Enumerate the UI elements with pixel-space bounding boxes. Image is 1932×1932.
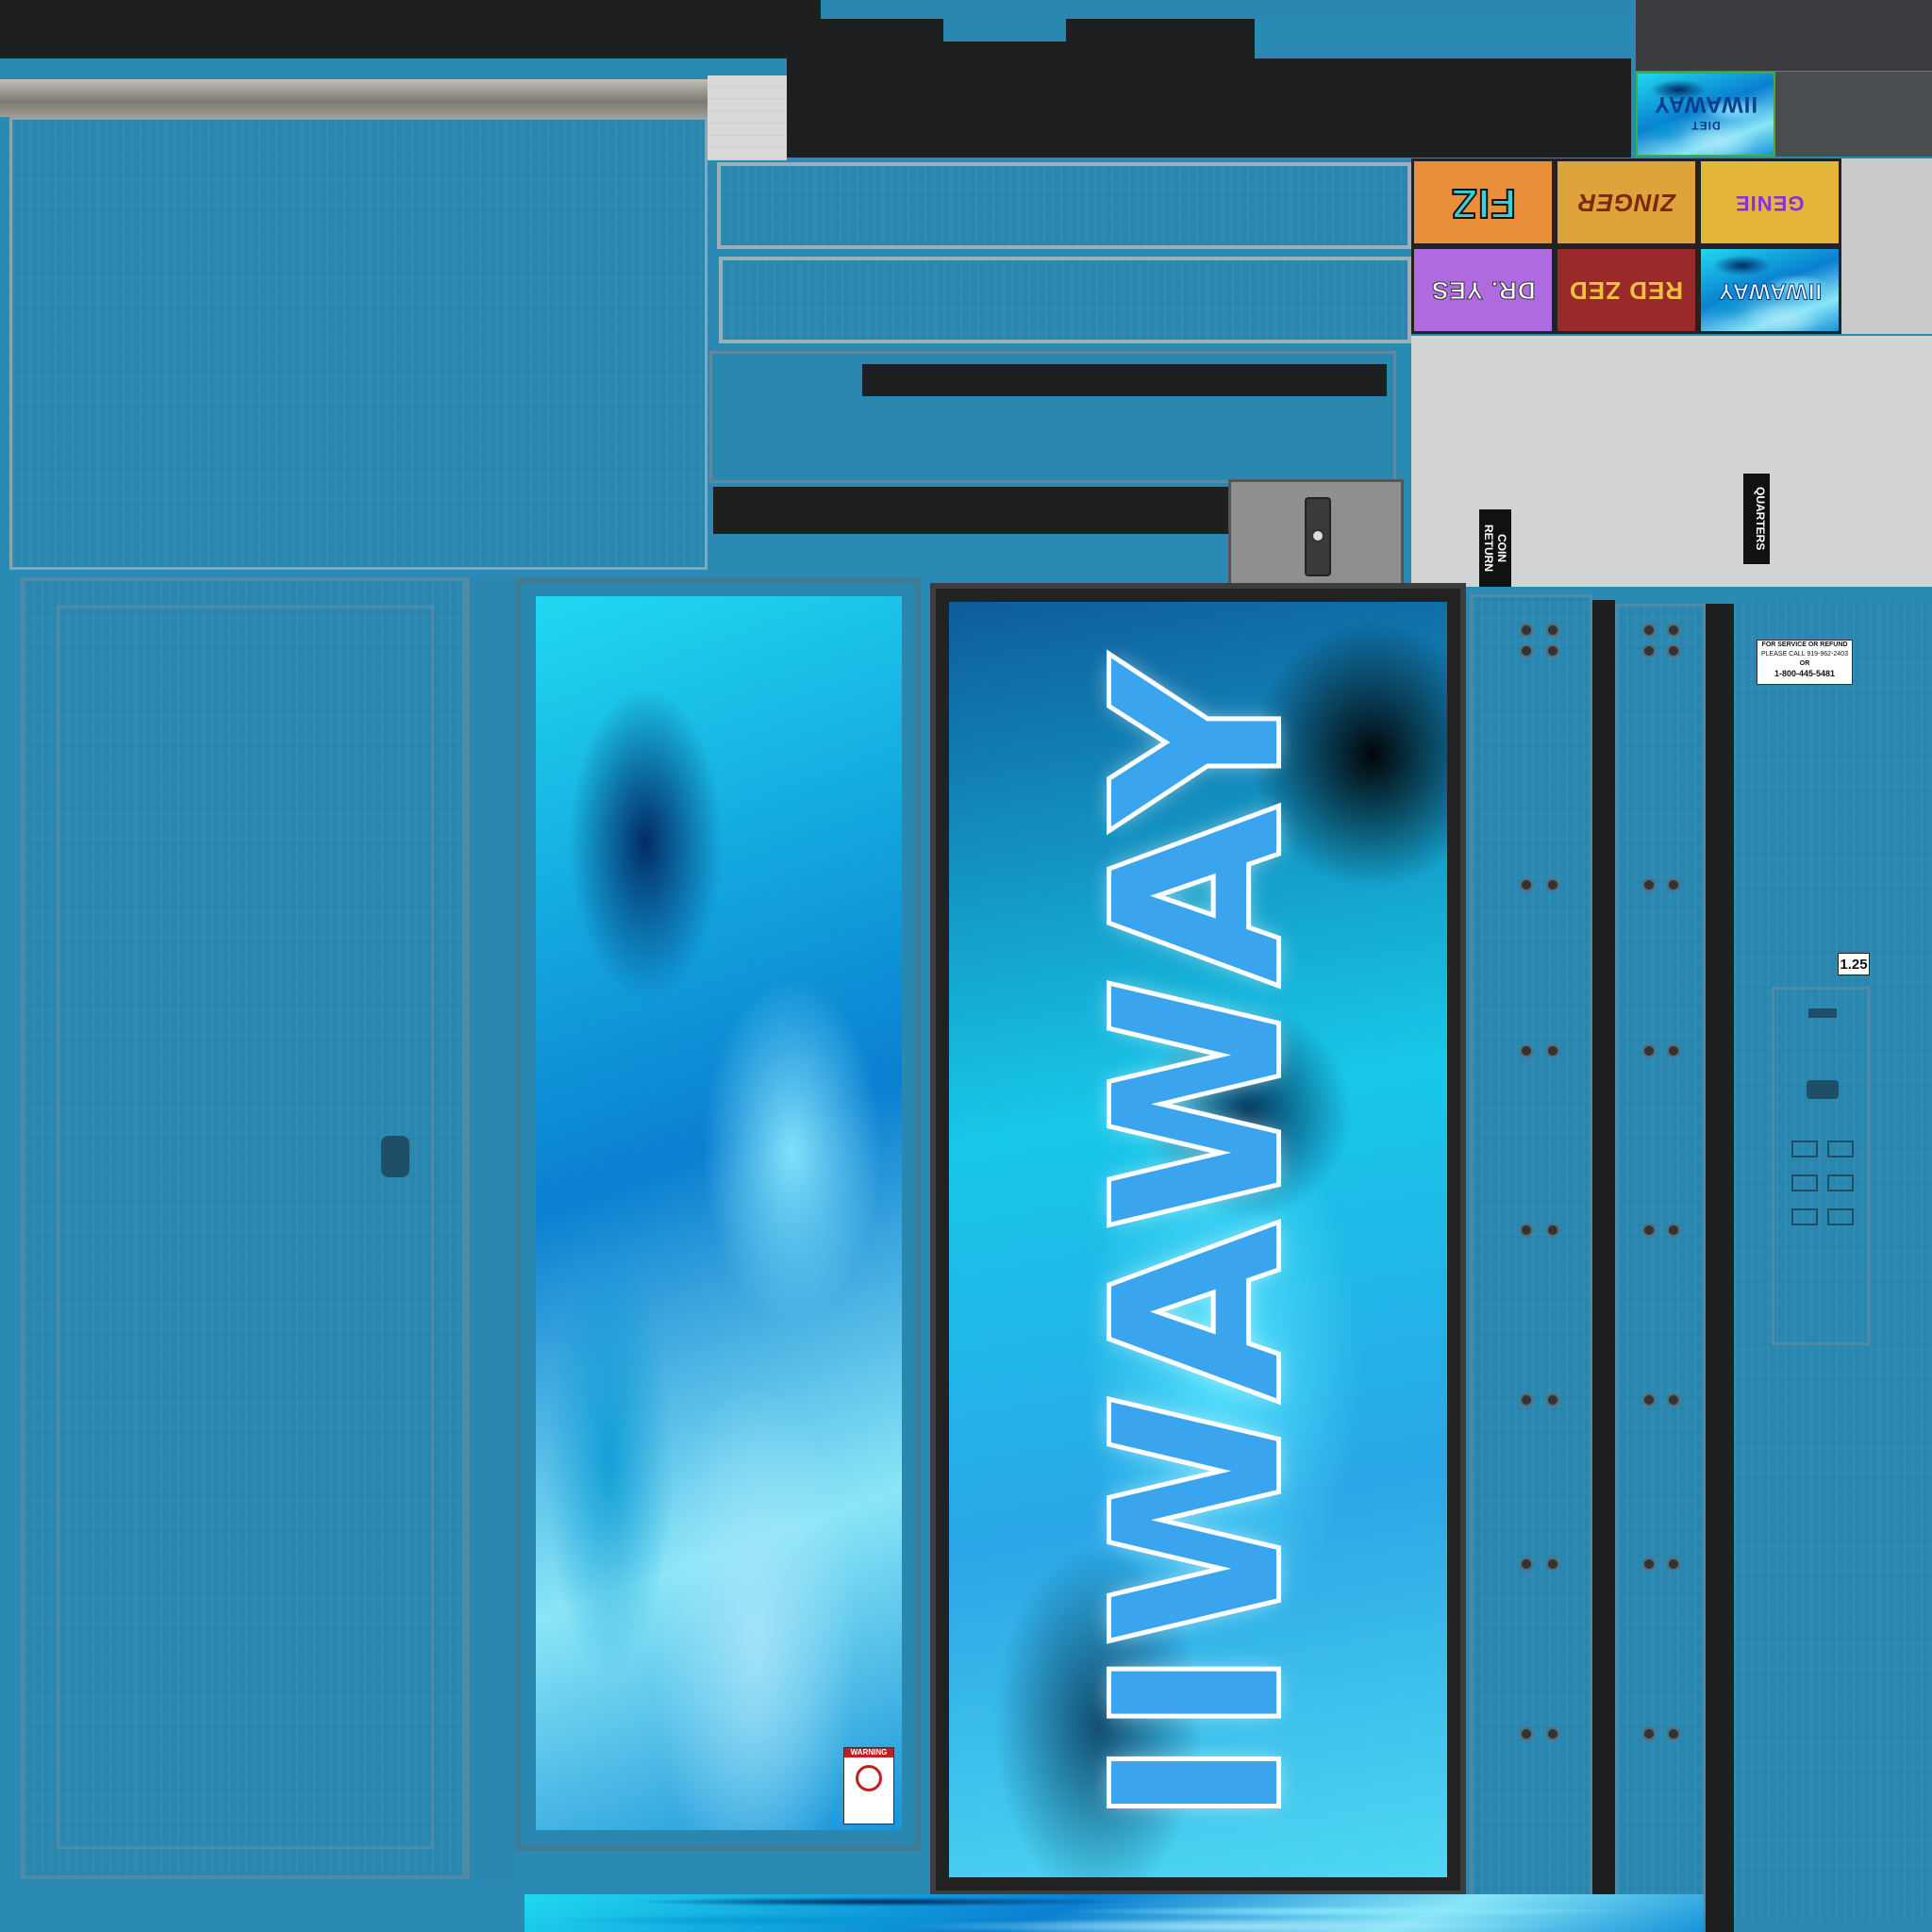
- service-line-4: 1-800-445-5481: [1774, 669, 1836, 678]
- select-button-3[interactable]: [1791, 1174, 1818, 1191]
- diet-label-tile: IIWAWAY DIET: [1636, 72, 1775, 157]
- lower-dark-slat: [713, 487, 1230, 534]
- splash-art-left: WARNING: [536, 596, 902, 1830]
- slat-dark-bar-2: [862, 364, 1387, 396]
- dark-top-panel: [787, 58, 1631, 158]
- diet-brand-text: IIWAWAY: [1653, 92, 1758, 117]
- flavor-tile-grid: FIZ ZINGER GENIE DR. YES RED ZED IIWAWAY: [1411, 158, 1841, 334]
- flavor-tile-zinger: ZINGER: [1555, 158, 1698, 246]
- service-line-3: OR: [1799, 660, 1810, 667]
- select-button-1[interactable]: [1791, 1141, 1818, 1158]
- diet-sub-text: DIET: [1690, 119, 1721, 132]
- select-button-5[interactable]: [1791, 1208, 1818, 1225]
- logo-panel-frame: IIWAWAY: [930, 583, 1466, 1896]
- metal-right-of-tiles: [1841, 158, 1932, 334]
- selection-panel: [1772, 987, 1870, 1345]
- no-tip-icon: [856, 1765, 882, 1791]
- warning-sticker: WARNING: [843, 1747, 894, 1824]
- rusty-trim-bar: [0, 79, 708, 117]
- flavor-tile-genie: GENIE: [1698, 158, 1841, 246]
- side-door-inset: [57, 606, 434, 1849]
- front-control-panel: FOR SERVICE OR REFUND PLEASE CALL 919-96…: [1734, 600, 1932, 1921]
- right-column-1: [1470, 594, 1592, 1915]
- top-right-grey: [1775, 72, 1932, 157]
- flavor-tile-iiwaway: IIWAWAY: [1698, 246, 1841, 334]
- side-door-right-edge: [466, 577, 515, 1879]
- coin-return-button[interactable]: [1807, 1080, 1839, 1099]
- door-latch: [381, 1136, 409, 1177]
- right-column-2: [1615, 604, 1706, 1915]
- coin-insert-slot[interactable]: [1808, 1008, 1837, 1018]
- select-button-4[interactable]: [1827, 1174, 1854, 1191]
- top-blue-strip: [821, 0, 1632, 19]
- top-left-panel: [9, 117, 708, 570]
- quarters-label: QUARTERS: [1743, 474, 1770, 564]
- flavor-tile-fiz: FIZ: [1411, 158, 1555, 246]
- service-line-2: PLEASE CALL 919-962-2403: [1761, 651, 1848, 658]
- brand-logo-vertical: IIWAWAY: [1061, 650, 1335, 1829]
- bottom-art-strip: [525, 1894, 1704, 1932]
- metal-patch: [708, 75, 787, 160]
- coin-button-icon: [1311, 529, 1324, 542]
- service-line-1: FOR SERVICE OR REFUND: [1761, 641, 1848, 648]
- select-button-6[interactable]: [1827, 1208, 1854, 1225]
- slat-2: [719, 257, 1411, 343]
- service-sticker: FOR SERVICE OR REFUND PLEASE CALL 919-96…: [1757, 640, 1853, 685]
- metal-coin-panel: COIN RETURN QUARTERS: [1411, 336, 1932, 587]
- art-frame-left: WARNING: [515, 577, 921, 1851]
- warning-sticker-title: WARNING: [844, 1748, 893, 1757]
- side-door-panel: [21, 577, 466, 1879]
- logo-panel-art: IIWAWAY: [949, 602, 1447, 1877]
- slat-1: [717, 162, 1411, 249]
- coin-mechanism: [1228, 479, 1404, 591]
- flavor-tile-dr-yes: DR. YES: [1411, 246, 1555, 334]
- select-button-2[interactable]: [1827, 1141, 1854, 1158]
- price-tag: 1.25: [1838, 953, 1870, 975]
- right-dark-rail-2: [1706, 604, 1734, 1932]
- top-small-blue-strip: [943, 19, 1066, 42]
- coin-return-label: COIN RETURN: [1479, 509, 1511, 587]
- right-dark-rail-1: [1592, 600, 1615, 1932]
- flavor-tile-red-zed: RED ZED: [1555, 246, 1698, 334]
- top-right-dark: [1636, 0, 1932, 71]
